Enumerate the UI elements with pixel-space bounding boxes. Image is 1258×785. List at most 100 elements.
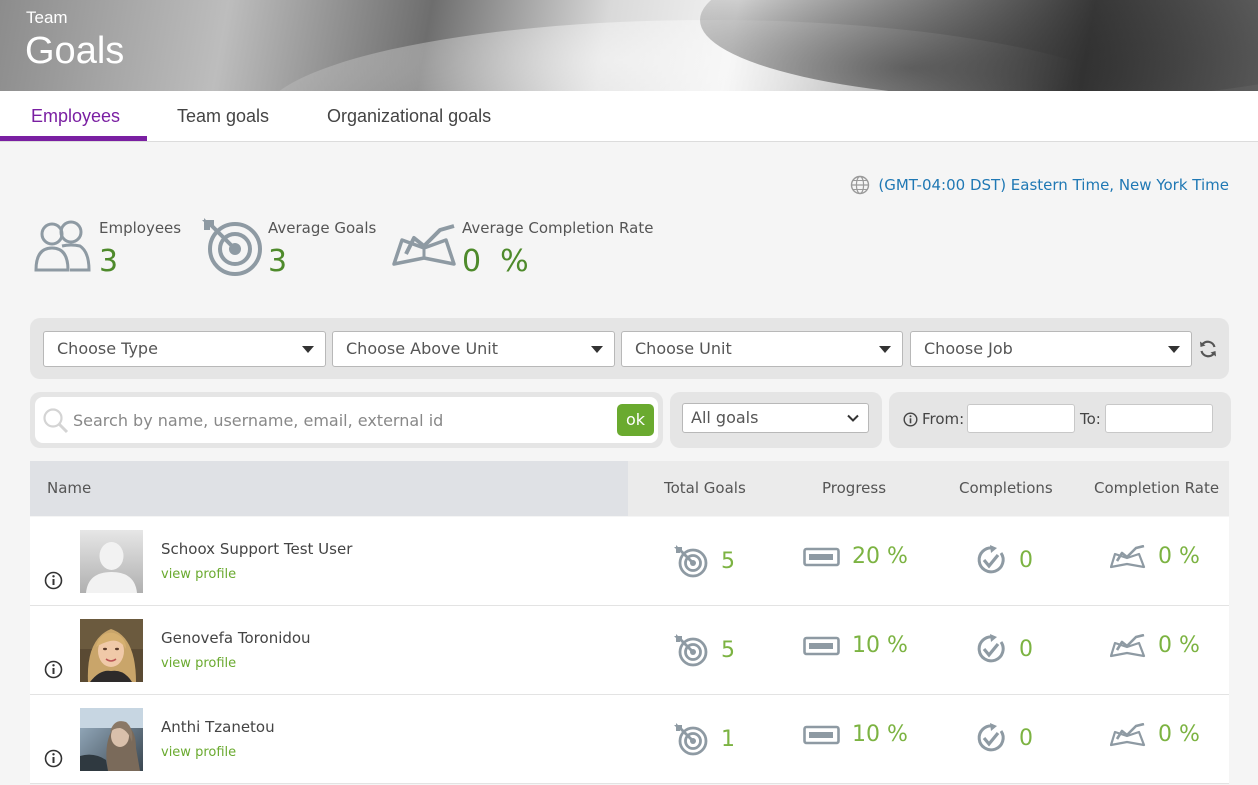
total-goals-cell: 1	[673, 722, 735, 756]
total-goals-value: 5	[721, 548, 735, 574]
header-subtitle: Team	[26, 8, 68, 27]
completions-value: 0	[1019, 725, 1033, 751]
search-panel: ok	[30, 392, 663, 448]
progress-cell: 10 %	[803, 722, 908, 747]
choose-type-value: Choose Type	[57, 339, 158, 358]
view-profile-link[interactable]: view profile	[161, 567, 236, 582]
tab-organizational-goals[interactable]: Organizational goals	[327, 91, 491, 141]
progress-value: 20 %	[852, 544, 908, 569]
search-ok-button[interactable]: ok	[617, 404, 654, 436]
table-row: Anthi Tzanetou view profile 1 10 % 0 0 %	[30, 695, 1229, 784]
date-to-label: To:	[1080, 410, 1101, 428]
active-tab-indicator	[0, 136, 147, 141]
filter-bar: Choose Type Choose Above Unit Choose Uni…	[30, 318, 1229, 379]
info-icon[interactable]	[44, 571, 63, 590]
progress-cell: 10 %	[803, 633, 908, 658]
total-goals-cell: 5	[673, 544, 735, 578]
avatar[interactable]	[80, 530, 143, 593]
date-to-input[interactable]	[1105, 404, 1213, 433]
tab-team-goals[interactable]: Team goals	[177, 91, 269, 141]
choose-job-select[interactable]: Choose Job	[910, 331, 1192, 367]
total-goals-cell: 5	[673, 633, 735, 667]
target-icon	[674, 723, 708, 756]
completion-rate-cell: 0 %	[1110, 544, 1200, 569]
choose-unit-value: Choose Unit	[635, 339, 732, 358]
avatar[interactable]	[80, 708, 143, 771]
completion-rate-value: 0 %	[1158, 722, 1200, 747]
page-title: Goals	[25, 30, 125, 72]
completions-value: 0	[1019, 547, 1033, 573]
user-name: Genovefa Toronidou	[161, 629, 311, 647]
goals-filter-select[interactable]: All goals	[682, 403, 869, 433]
choose-type-select[interactable]: Choose Type	[43, 331, 326, 367]
table-header: Name Total Goals Progress Completions Co…	[30, 461, 1229, 516]
stat-average-completion-rate-value: 0 %	[462, 244, 529, 279]
user-name: Anthi Tzanetou	[161, 718, 275, 736]
column-header-completion-rate[interactable]: Completion Rate	[1094, 479, 1219, 497]
info-icon[interactable]	[44, 749, 63, 768]
progress-cell: 20 %	[803, 544, 908, 569]
user-name: Schoox Support Test User	[161, 540, 353, 558]
users-icon	[34, 220, 91, 272]
progress-bar-icon	[803, 636, 840, 655]
stat-employees-value: 3	[99, 244, 119, 279]
choose-above-unit-select[interactable]: Choose Above Unit	[332, 331, 615, 367]
column-header-progress[interactable]: Progress	[822, 479, 886, 497]
timezone-link[interactable]: (GMT-04:00 DST) Eastern Time, New York T…	[850, 174, 1229, 196]
check-circle-icon	[977, 723, 1005, 752]
choose-job-value: Choose Job	[924, 339, 1013, 358]
chevron-down-icon	[847, 414, 859, 422]
info-icon[interactable]	[44, 660, 63, 679]
avatar[interactable]	[80, 619, 143, 682]
progress-bar-icon	[803, 725, 840, 744]
completion-rate-cell: 0 %	[1110, 633, 1200, 658]
goals-filter-panel: All goals	[670, 392, 882, 448]
choose-above-unit-value: Choose Above Unit	[346, 339, 499, 358]
caret-down-icon	[302, 346, 314, 353]
stat-average-completion-rate-label: Average Completion Rate	[462, 219, 654, 237]
book-check-icon	[1110, 633, 1146, 657]
date-range-panel: From: To:	[889, 392, 1231, 448]
target-icon	[202, 218, 262, 276]
column-header-completions[interactable]: Completions	[959, 479, 1053, 497]
caret-down-icon	[591, 346, 603, 353]
column-header-name[interactable]: Name	[47, 479, 91, 497]
target-icon	[674, 634, 708, 667]
total-goals-value: 5	[721, 637, 735, 663]
globe-icon	[851, 175, 870, 195]
stat-employees-label: Employees	[99, 219, 182, 237]
caret-down-icon	[879, 346, 891, 353]
progress-bar-icon	[803, 547, 840, 566]
search-input[interactable]	[73, 406, 603, 434]
stat-average-goals-value: 3	[268, 244, 288, 279]
search-icon	[43, 408, 69, 434]
completions-cell: 0	[975, 544, 1033, 576]
table-row: Genovefa Toronidou view profile 5 10 % 0	[30, 606, 1229, 695]
info-icon	[903, 412, 918, 427]
view-profile-link[interactable]: view profile	[161, 656, 236, 671]
progress-value: 10 %	[852, 633, 908, 658]
table-row: Schoox Support Test User view profile 5 …	[30, 517, 1229, 606]
view-profile-link[interactable]: view profile	[161, 745, 236, 760]
completions-cell: 0	[975, 633, 1033, 665]
date-from-input[interactable]	[967, 404, 1075, 433]
page-header-banner: Team Goals	[0, 0, 1258, 91]
completions-cell: 0	[975, 722, 1033, 754]
check-circle-icon	[977, 634, 1005, 663]
total-goals-value: 1	[721, 726, 735, 752]
name-column-header-bg	[30, 461, 628, 516]
stat-average-goals-label: Average Goals	[268, 219, 377, 237]
completions-value: 0	[1019, 636, 1033, 662]
progress-value: 10 %	[852, 722, 908, 747]
choose-unit-select[interactable]: Choose Unit	[621, 331, 903, 367]
search-box: ok	[35, 397, 658, 443]
refresh-icon[interactable]	[1198, 339, 1218, 359]
target-icon	[674, 545, 708, 578]
tab-employees[interactable]: Employees	[31, 91, 120, 141]
caret-down-icon	[1168, 346, 1180, 353]
column-header-total-goals[interactable]: Total Goals	[664, 479, 746, 497]
completion-rate-cell: 0 %	[1110, 722, 1200, 747]
tab-bar: Employees Team goals Organizational goal…	[0, 91, 1258, 142]
timezone-text: (GMT-04:00 DST) Eastern Time, New York T…	[878, 176, 1229, 194]
date-from-label: From:	[922, 410, 965, 428]
